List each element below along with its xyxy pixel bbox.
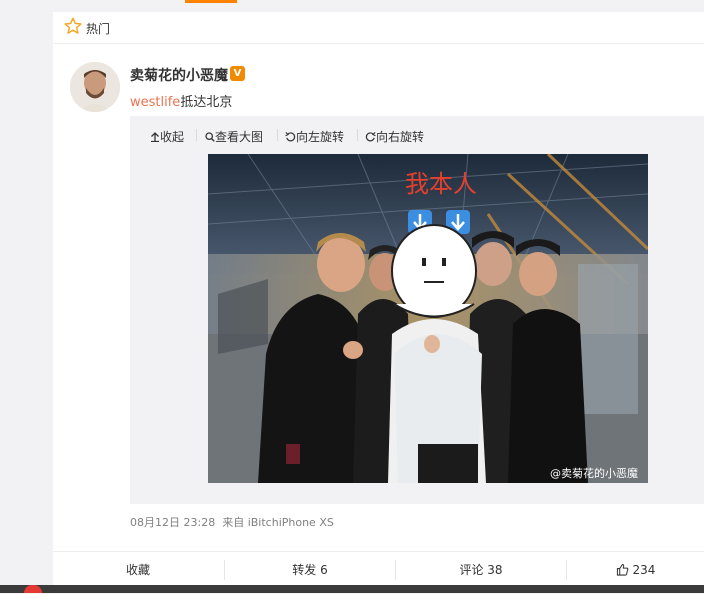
view-large-label: 查看大图 (215, 130, 264, 144)
post-body-text: 抵达北京 (180, 95, 233, 110)
post-source: 来自 iBitchiPhone XS (222, 516, 334, 529)
rotate-right-button[interactable]: 向右旋转 (365, 128, 424, 145)
thumbs-up-icon (616, 563, 628, 576)
rotate-left-label: 向左旋转 (296, 130, 345, 144)
topic-link[interactable]: westlife (130, 95, 180, 110)
arrow-up-icon (151, 132, 159, 143)
post-timestamp[interactable]: 08月12日 23:28 (130, 516, 215, 529)
author-name[interactable]: 卖菊花的小恶魔 (130, 65, 228, 85)
favorite-label: 收藏 (125, 563, 150, 577)
overlay-caption: 我本人 (405, 170, 477, 198)
taskbar-app-icon[interactable] (24, 585, 42, 593)
view-large-button[interactable]: 查看大图 (205, 128, 263, 145)
rotate-right-label: 向右旋转 (376, 130, 425, 144)
hot-label: 热门 (86, 22, 111, 36)
rotate-right-icon (365, 131, 376, 142)
like-count: 234 (632, 563, 656, 577)
photo-watermark: @卖菊花的小恶魔 (550, 466, 638, 480)
hot-section-header: 热门 (53, 12, 704, 44)
avatar-image (70, 62, 120, 112)
rotate-left-icon (285, 131, 296, 142)
media-toolbar: 收起 查看大图 向左旋转 向右旋转 (130, 116, 704, 152)
post-text: westlife抵达北京 (130, 91, 232, 110)
taskbar (0, 585, 704, 593)
rotate-left-button[interactable]: 向左旋转 (285, 128, 344, 145)
active-tab-indicator (185, 0, 237, 3)
photo-image: 我本人 @卖菊花的小恶魔 (208, 154, 648, 483)
repost-label: 转发 6 (292, 563, 328, 577)
weibo-post-card: 热门 卖菊花的小恶魔 V westlife抵达北京 收起 查看大图 向左旋转 向… (53, 12, 704, 593)
author-avatar[interactable] (70, 62, 120, 112)
toolbar-divider (357, 129, 358, 141)
post-meta: 08月12日 23:28 来自 iBitchiPhone XS (130, 514, 334, 530)
comment-label: 评论 38 (459, 563, 503, 577)
post-photo[interactable]: 我本人 @卖菊花的小恶魔 (208, 154, 648, 483)
toolbar-divider (277, 129, 278, 141)
toolbar-divider (196, 129, 197, 141)
collapse-button[interactable]: 收起 (150, 128, 184, 145)
media-container: 收起 查看大图 向左旋转 向右旋转 我本人 @卖菊花的小恶魔 (130, 116, 704, 504)
verified-badge-icon: V (230, 66, 245, 81)
search-icon (205, 132, 215, 142)
star-icon (64, 17, 82, 34)
collapse-label: 收起 (160, 130, 185, 144)
